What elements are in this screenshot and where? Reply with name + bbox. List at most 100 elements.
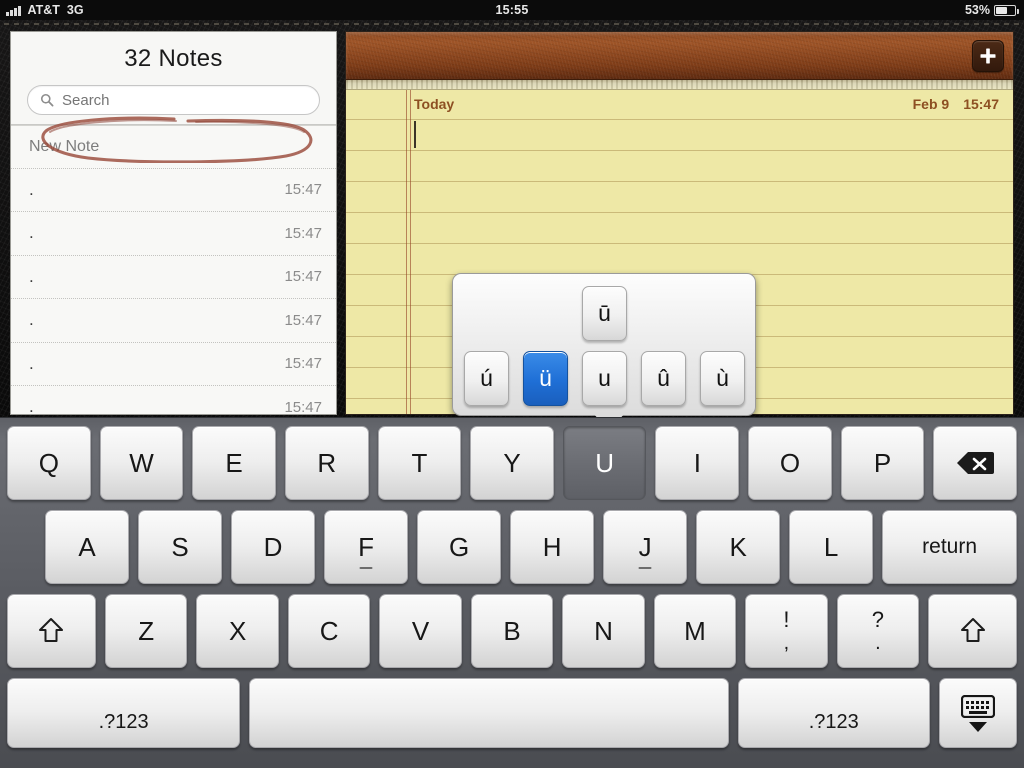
battery-icon [994, 4, 1019, 16]
note-time: 15:47 [284, 311, 322, 329]
home-position-marker [638, 567, 652, 569]
note-title: . [29, 184, 34, 195]
status-bar: AT&T 3G 15:55 53% [0, 0, 1024, 20]
accent-character-popup: ū ú ü u û ù [452, 273, 756, 432]
list-item[interactable]: . 15:47 [11, 386, 336, 415]
key-d[interactable]: D [231, 510, 316, 584]
key-n[interactable]: N [562, 594, 645, 668]
accent-key-u-macron[interactable]: ū [582, 286, 627, 341]
note-meta: Today Feb 9 15:47 [346, 96, 1013, 112]
key-f[interactable]: F [324, 510, 409, 584]
key-label-top: ! [783, 607, 790, 632]
note-datetime: Feb 9 15:47 [913, 96, 999, 112]
note-toolbar [346, 32, 1013, 80]
key-l[interactable]: L [789, 510, 874, 584]
key-shift-left[interactable] [7, 594, 96, 668]
list-item[interactable]: . 15:47 [11, 168, 336, 212]
key-return[interactable]: return [882, 510, 1017, 584]
key-t[interactable]: T [377, 426, 462, 500]
key-numeric-left[interactable]: .?123 [7, 678, 241, 748]
list-item[interactable]: . 15:47 [11, 342, 336, 386]
notes-list-pane: 32 Notes New Note . 15:47 . 15:47 [10, 31, 337, 415]
key-space[interactable] [249, 678, 729, 748]
key-w[interactable]: W [99, 426, 184, 500]
note-time: 15:47 [284, 224, 322, 242]
accent-key-u-acute[interactable]: ú [464, 351, 509, 406]
key-h[interactable]: H [510, 510, 595, 584]
shift-arrow-icon [960, 618, 985, 642]
key-v[interactable]: V [379, 594, 462, 668]
torn-paper-edge [346, 80, 1013, 90]
key-a[interactable]: A [45, 510, 130, 584]
accent-key-u-diaeresis[interactable]: ü [523, 351, 568, 406]
key-label-bottom: . [875, 632, 881, 654]
key-hide-keyboard[interactable] [938, 678, 1017, 748]
key-y[interactable]: Y [470, 426, 554, 500]
key-z[interactable]: Z [104, 594, 188, 668]
key-o[interactable]: O [748, 426, 832, 500]
accent-key-u-circumflex[interactable]: û [641, 351, 686, 406]
note-day-label: Today [414, 96, 455, 112]
key-label-top: ? [871, 607, 885, 632]
add-note-button[interactable] [972, 40, 1004, 72]
note-title: . [29, 315, 34, 326]
note-time: 15:47 [963, 96, 999, 112]
search-input[interactable] [62, 91, 307, 109]
key-p[interactable]: P [840, 426, 925, 500]
key-b[interactable]: B [470, 594, 554, 668]
note-time: 15:47 [284, 355, 322, 373]
note-title: New Note [29, 137, 100, 155]
note-time: 15:47 [284, 398, 322, 415]
key-e[interactable]: E [192, 426, 276, 500]
keyboard-row-3: Z X C V B N M ! , ? . [0, 584, 1024, 668]
accent-key-u-grave[interactable]: ù [700, 351, 745, 406]
list-item[interactable]: . 15:47 [11, 212, 336, 256]
search-icon [40, 93, 54, 107]
note-time: 15:47 [284, 268, 322, 286]
key-u[interactable]: U [562, 426, 647, 500]
key-i[interactable]: I [655, 426, 740, 500]
shift-arrow-icon [39, 618, 64, 642]
chevron-down-icon [968, 721, 987, 732]
key-label-bottom: , [783, 632, 790, 654]
key-label: J [638, 531, 652, 562]
list-item[interactable]: . 15:47 [11, 255, 336, 299]
note-time: 15:47 [284, 181, 322, 199]
plus-icon [980, 48, 996, 64]
margin-rule [406, 90, 411, 414]
keyboard-row-4: .?123 .?123 [0, 668, 1024, 748]
search-container [11, 73, 336, 124]
search-field[interactable] [27, 85, 320, 115]
list-item-new-note[interactable]: New Note [11, 125, 336, 169]
status-bar-clock: 15:55 [495, 3, 529, 17]
note-date: Feb 9 [912, 96, 950, 112]
key-r[interactable]: R [284, 426, 369, 500]
key-g[interactable]: G [417, 510, 502, 584]
key-numeric-right[interactable]: .?123 [737, 678, 930, 748]
key-k[interactable]: K [696, 510, 781, 584]
keyboard-row-1: Q W E R T Y U I O P [0, 418, 1024, 500]
note-title: . [29, 271, 34, 282]
backspace-icon [957, 452, 995, 474]
key-label: F [358, 531, 374, 562]
key-m[interactable]: M [653, 594, 737, 668]
list-item[interactable]: . 15:47 [11, 299, 336, 343]
note-title: . [29, 358, 34, 369]
key-x[interactable]: X [196, 594, 279, 668]
key-shift-right[interactable] [928, 594, 1018, 668]
key-exclamation-comma[interactable]: ! , [745, 594, 828, 668]
key-j[interactable]: J [603, 510, 688, 584]
key-q[interactable]: Q [7, 426, 91, 500]
page-title: 32 Notes [124, 45, 223, 72]
key-c[interactable]: C [287, 594, 371, 668]
keyboard-row-2: A S D F G H J K L return [0, 500, 1024, 584]
ipad-screen: AT&T 3G 15:55 53% 32 Notes New Note [0, 0, 1024, 768]
key-question-period[interactable]: ? . [836, 594, 920, 668]
onscreen-keyboard: Q W E R T Y U I O P A S D F G H J K L re… [0, 417, 1024, 768]
note-title: . [29, 228, 34, 239]
key-backspace[interactable] [933, 426, 1018, 500]
accent-key-u-plain[interactable]: u [582, 351, 627, 406]
note-title: . [29, 402, 34, 413]
key-s[interactable]: S [138, 510, 223, 584]
hide-keyboard-icon [960, 694, 995, 718]
